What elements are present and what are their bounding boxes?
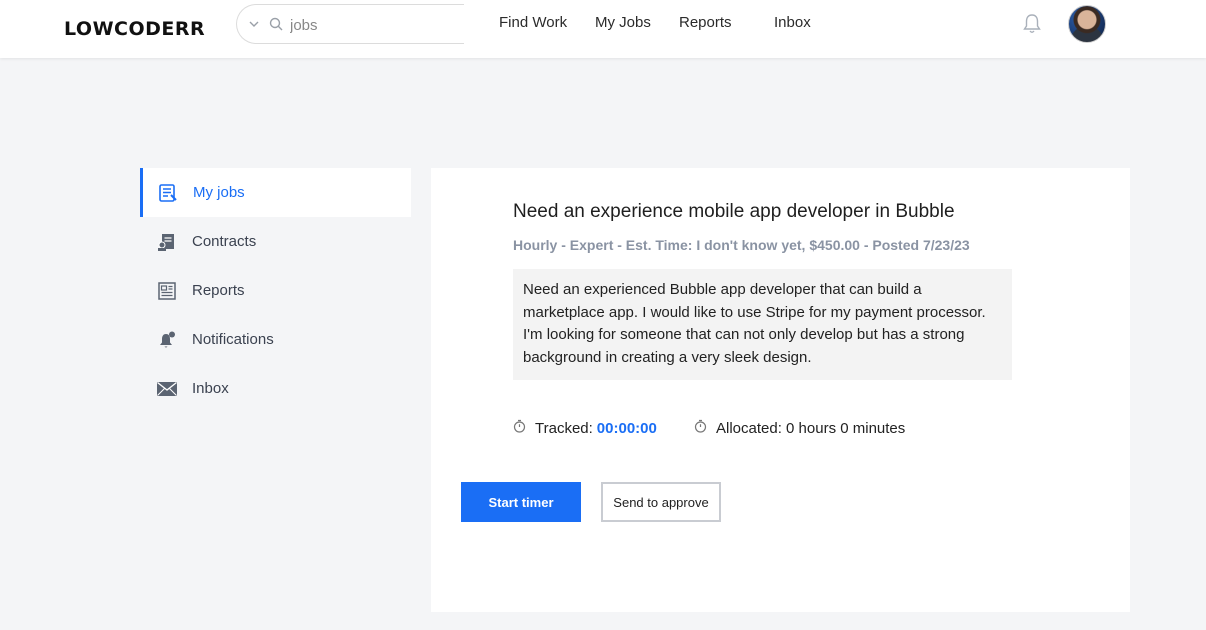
sidebar-item-inbox[interactable]: Inbox [140,364,411,413]
search-box[interactable] [236,4,464,44]
envelope-icon [156,378,178,400]
bell-icon[interactable] [1022,13,1042,40]
start-timer-button[interactable]: Start timer [461,482,581,522]
bell-notification-icon [156,329,178,351]
user-avatar[interactable] [1068,5,1106,43]
tracked-time: Tracked: 00:00:00 [513,419,657,437]
job-title: Need an experience mobile app developer … [513,201,955,222]
allocated-label: Allocated: 0 hours 0 minutes [716,419,906,437]
report-icon [156,280,178,302]
sidebar-item-label: Reports [192,282,245,299]
allocated-time: Allocated: 0 hours 0 minutes [694,419,905,437]
send-to-approve-button[interactable]: Send to approve [601,482,721,522]
sidebar: My jobs Contracts Reports Notifications … [140,168,411,413]
sidebar-item-label: My jobs [193,184,245,201]
tracked-value: 00:00:00 [596,419,657,437]
app-logo[interactable]: LOWCODERR [64,18,205,40]
contract-icon [156,231,178,253]
sidebar-item-reports[interactable]: Reports [140,266,411,315]
sidebar-item-contracts[interactable]: Contracts [140,217,411,266]
search-icon [269,17,283,36]
search-input[interactable] [290,14,450,36]
nav-inbox[interactable]: Inbox [774,14,811,31]
job-detail-card: Need an experience mobile app developer … [431,168,1130,612]
nav-my-jobs[interactable]: My Jobs [595,14,651,31]
stopwatch-icon [513,419,526,437]
top-navigation-bar: LOWCODERR Find Work My Jobs Reports Inbo… [0,0,1206,58]
nav-find-work[interactable]: Find Work [499,14,567,31]
stopwatch-icon [694,419,707,437]
nav-reports[interactable]: Reports [679,14,732,31]
sidebar-item-my-jobs[interactable]: My jobs [140,168,411,217]
job-meta: Hourly - Expert - Est. Time: I don't kno… [513,237,970,253]
tracked-label: Tracked: [535,419,593,437]
sidebar-item-label: Notifications [192,331,274,348]
chevron-down-icon[interactable] [248,17,260,35]
sidebar-item-notifications[interactable]: Notifications [140,315,411,364]
sidebar-item-label: Inbox [192,380,229,397]
sidebar-item-label: Contracts [192,233,257,250]
job-description: Need an experienced Bubble app developer… [513,269,1012,380]
document-list-icon [157,182,179,204]
